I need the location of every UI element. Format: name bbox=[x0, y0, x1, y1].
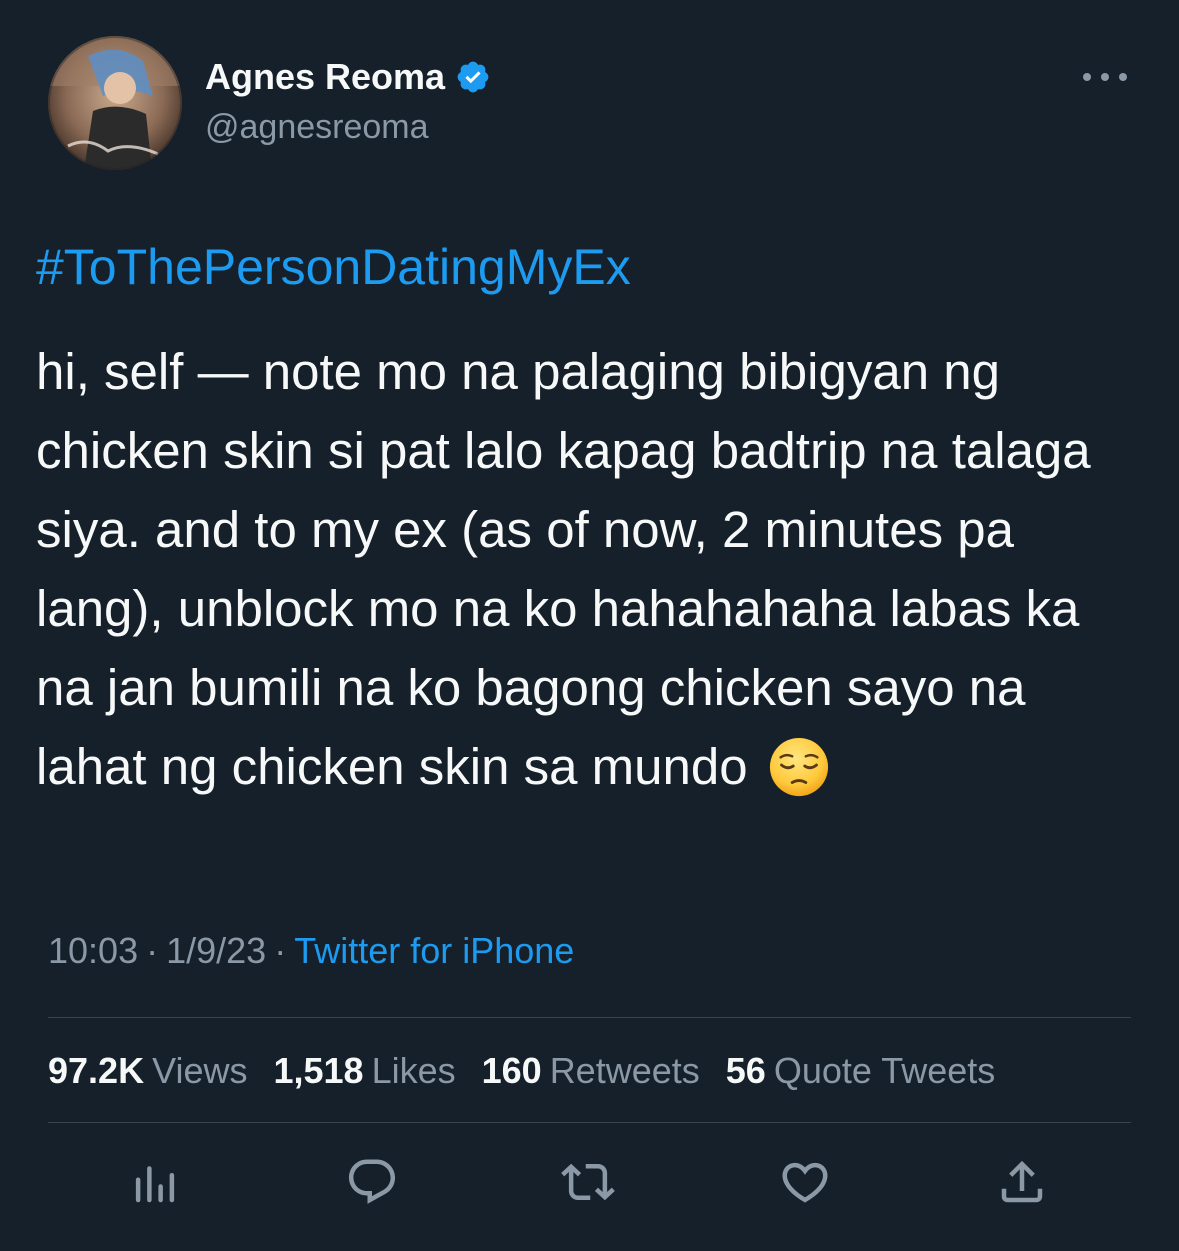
reply-icon bbox=[348, 1159, 396, 1204]
tweet-body: hi, self — note mo na palaging bibigyan … bbox=[36, 343, 1105, 795]
views-label: Views bbox=[152, 1050, 248, 1091]
hashtag-link[interactable]: #ToThePersonDatingMyEx bbox=[36, 238, 631, 296]
divider bbox=[48, 1017, 1131, 1018]
like-button[interactable] bbox=[775, 1152, 835, 1212]
avatar[interactable] bbox=[48, 36, 182, 170]
share-icon bbox=[1001, 1160, 1043, 1203]
quote-tweets-label: Quote Tweets bbox=[773, 1050, 996, 1091]
tweet-text: hi, self — note mo na palaging bibigyan … bbox=[36, 332, 1146, 806]
avatar-image bbox=[48, 36, 182, 170]
views-stat[interactable]: 97.2K Views bbox=[48, 1050, 247, 1092]
more-options-button[interactable] bbox=[1080, 62, 1130, 92]
pensive-face-emoji-icon bbox=[769, 737, 828, 796]
divider bbox=[48, 1122, 1131, 1123]
retweet-button[interactable] bbox=[558, 1152, 618, 1212]
retweets-label: Retweets bbox=[549, 1050, 700, 1091]
quote-tweets-stat[interactable]: 56 Quote Tweets bbox=[726, 1050, 996, 1092]
author-name[interactable]: Agnes Reoma bbox=[205, 56, 445, 98]
author-name-row[interactable]: Agnes Reoma bbox=[205, 56, 491, 98]
views-count: 97.2K bbox=[48, 1050, 145, 1091]
heart-icon bbox=[782, 1162, 828, 1203]
retweets-count: 160 bbox=[481, 1050, 542, 1091]
tweet-stats: 97.2K Views 1,518 Likes 160 Retweets 56 Quot… bbox=[48, 1050, 1021, 1092]
tweet-time[interactable]: 10:03 bbox=[48, 930, 138, 971]
retweet-icon bbox=[561, 1163, 615, 1201]
share-button[interactable] bbox=[992, 1152, 1052, 1212]
likes-label: Likes bbox=[371, 1050, 456, 1091]
likes-stat[interactable]: 1,518 Likes bbox=[273, 1050, 455, 1092]
tweet-meta: 10:03 · 1/9/23 · Twitter for iPhone bbox=[48, 930, 574, 972]
meta-separator: · bbox=[146, 930, 159, 971]
quote-tweets-count: 56 bbox=[725, 1050, 766, 1091]
likes-count: 1,518 bbox=[273, 1050, 364, 1091]
tweet-detail: Agnes Reoma @agnesreoma #ToThePersonDati… bbox=[0, 0, 1179, 1251]
action-bar bbox=[0, 1152, 1179, 1222]
tweet-date[interactable]: 1/9/23 bbox=[166, 930, 266, 971]
views-button[interactable] bbox=[125, 1152, 185, 1212]
analytics-icon bbox=[135, 1166, 175, 1203]
reply-button[interactable] bbox=[342, 1152, 402, 1212]
meta-separator: · bbox=[274, 930, 287, 971]
tweet-source-link[interactable]: Twitter for iPhone bbox=[294, 930, 574, 971]
author-handle[interactable]: @agnesreoma bbox=[205, 108, 429, 147]
more-icon bbox=[1083, 73, 1127, 81]
retweets-stat[interactable]: 160 Retweets bbox=[482, 1050, 700, 1092]
verified-badge-icon bbox=[457, 61, 489, 93]
